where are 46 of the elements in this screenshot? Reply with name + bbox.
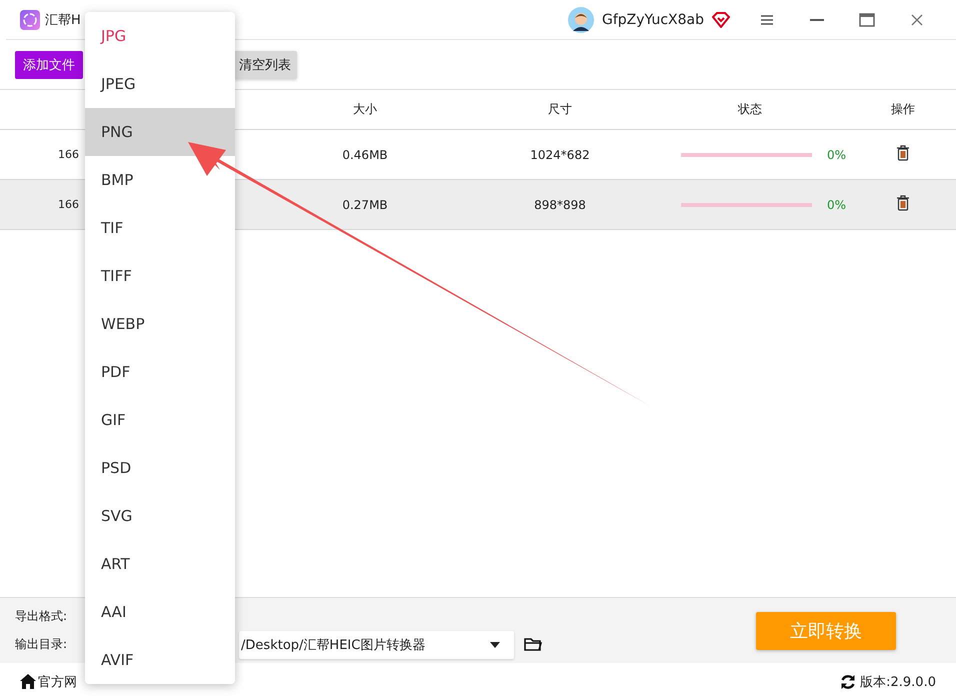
file-name-cell: 166	[58, 198, 79, 211]
home-icon	[20, 674, 36, 689]
version-text: 版本:2.9.0.0	[860, 674, 936, 690]
format-option[interactable]: PNG	[85, 108, 235, 156]
username: GfpZyYucX8ab	[602, 12, 704, 28]
format-option[interactable]: AVIF	[85, 636, 235, 684]
progress-percent: 0%	[826, 148, 846, 162]
dropdown-caret-icon[interactable]	[490, 642, 500, 648]
output-dir-field[interactable]: /Desktop/汇帮HEIC图片转换器	[239, 630, 514, 659]
format-option[interactable]: JPG	[85, 12, 235, 60]
dimensions-cell: 898*898	[534, 198, 586, 212]
size-cell: 0.46MB	[342, 148, 388, 162]
folder-icon[interactable]	[524, 637, 542, 652]
format-option[interactable]: GIF	[85, 396, 235, 444]
minimize-icon[interactable]	[810, 18, 824, 20]
diamond-icon	[712, 12, 730, 28]
format-option[interactable]: PSD	[85, 444, 235, 492]
column-header: 操作	[891, 101, 915, 118]
window-title: 汇帮H	[45, 12, 81, 28]
add-file-button[interactable]: 添加文件	[15, 50, 83, 78]
trash-icon[interactable]	[896, 195, 910, 211]
trash-icon[interactable]	[896, 145, 910, 161]
avatar-icon	[568, 6, 594, 32]
size-cell: 0.27MB	[342, 198, 388, 212]
progress-percent: 0%	[826, 198, 846, 212]
dimensions-cell: 1024*682	[530, 148, 590, 162]
format-label: 导出格式:	[15, 608, 68, 625]
refresh-icon	[840, 674, 856, 690]
clear-list-button[interactable]: 清空列表	[233, 50, 297, 78]
format-option[interactable]: JPEG	[85, 60, 235, 108]
app-logo-icon	[20, 10, 40, 30]
column-header: 大小	[353, 101, 377, 118]
website-link[interactable]: 官方网	[20, 672, 77, 690]
format-option[interactable]: ART	[85, 540, 235, 588]
file-name-cell: 166	[58, 148, 79, 161]
maximize-icon[interactable]	[859, 12, 875, 26]
menu-icon[interactable]	[760, 14, 774, 26]
column-header: 状态	[738, 101, 762, 118]
output-dir-label: 输出目录:	[15, 636, 68, 654]
close-icon[interactable]	[911, 14, 923, 26]
format-option[interactable]: WEBP	[85, 300, 235, 348]
format-option[interactable]: SVG	[85, 492, 235, 540]
format-option[interactable]: PDF	[85, 348, 235, 396]
format-option[interactable]: TIFF	[85, 252, 235, 300]
column-header: 尺寸	[548, 101, 572, 118]
format-option[interactable]: AAI	[85, 588, 235, 636]
